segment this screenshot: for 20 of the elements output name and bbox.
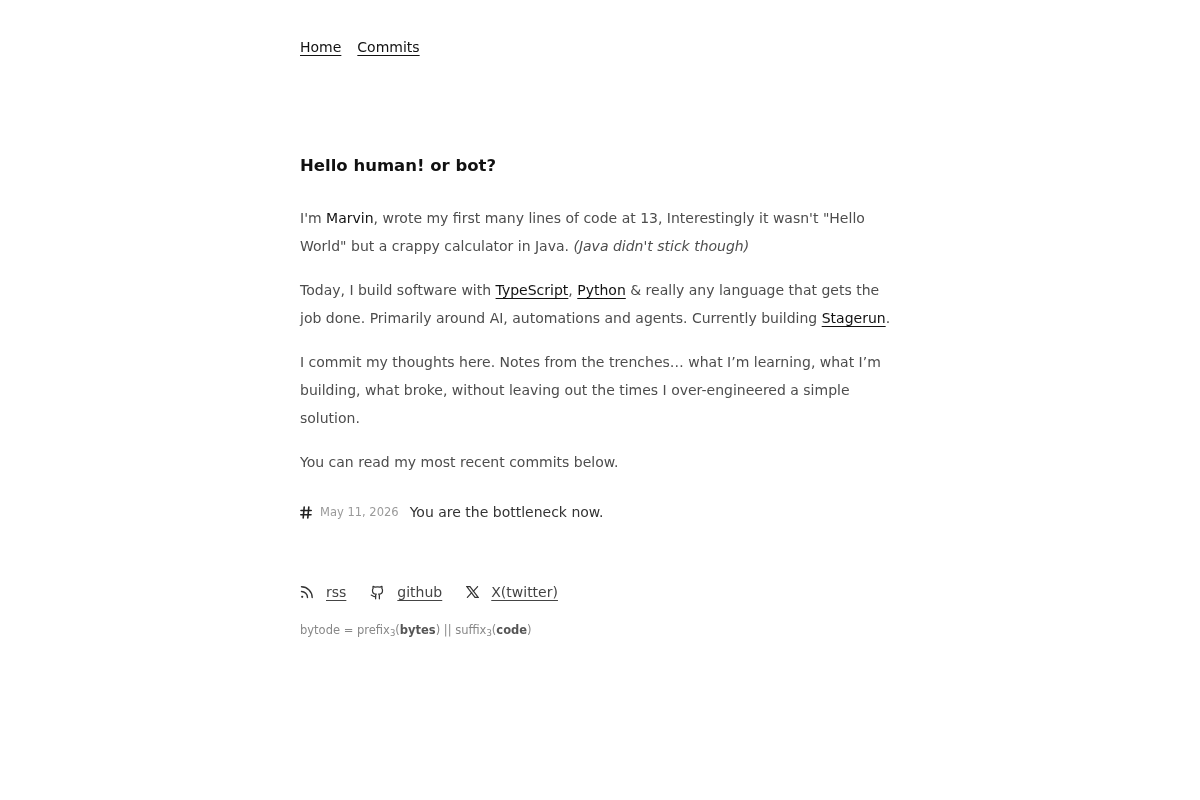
commit-date: May 11, 2026 bbox=[320, 504, 399, 521]
x-logo-icon bbox=[466, 586, 480, 598]
social-link[interactable]: X(twitter) bbox=[491, 580, 558, 604]
footer-formula: bytode = prefix$_{3}$(bytes) || suffix$_{3}$(code) bbox=[300, 622, 533, 639]
inline-link[interactable]: TypeScript bbox=[495, 282, 569, 298]
page-heading: Hello human! or bot? bbox=[300, 155, 498, 177]
inline-link[interactable]: Stagerun bbox=[821, 310, 886, 326]
github-icon bbox=[370, 584, 386, 600]
nav-link-item[interactable]: Commits bbox=[357, 36, 420, 58]
hash-icon bbox=[300, 505, 312, 519]
paragraph: I'm Marvin, wrote my first many lines of code at 13, Interestingly it wasn't "Hello World" but a crappy calculator in Java. (Java didn't stick though) bbox=[300, 209, 866, 256]
paragraph: You can read my most recent commits below. bbox=[300, 453, 620, 472]
social-link[interactable]: github bbox=[397, 580, 443, 604]
paragraph: Today, I build software with TypeScript, Python & really any language that gets the job done. Primarily around AI, automations and agents. Currently building Stagerun. bbox=[300, 281, 892, 328]
rss-icon bbox=[300, 585, 314, 599]
social-link[interactable]: rss bbox=[326, 580, 347, 604]
inline-link[interactable]: Python bbox=[577, 282, 626, 298]
paragraph: I commit my thoughts here. Notes from the trenches… what I’m learning, what I’m building, what broke, without leaving out the times I over-engineered a simple solution. bbox=[300, 353, 882, 428]
commit-title-link[interactable]: You are the bottleneck now. bbox=[409, 500, 604, 524]
nav-link-item[interactable]: Home bbox=[300, 36, 342, 58]
